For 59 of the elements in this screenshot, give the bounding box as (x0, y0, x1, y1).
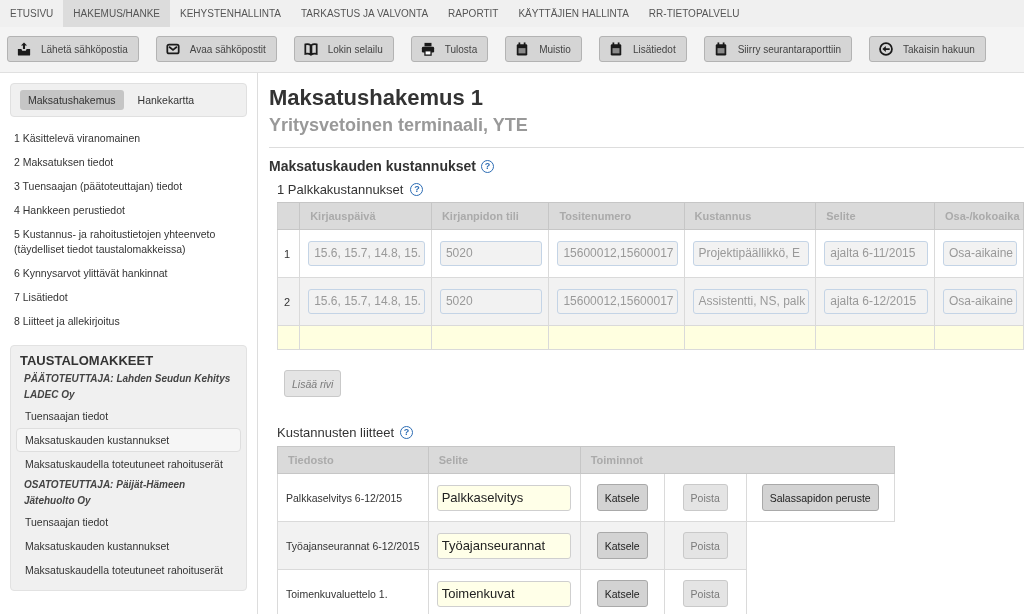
row-number: 1 (277, 229, 300, 278)
confidentiality-button[interactable]: Salassapidon peruste (761, 484, 879, 511)
sidebar-tab[interactable]: Maksatushakemus (20, 90, 124, 110)
printer-icon (420, 42, 435, 56)
sidebar-link[interactable]: 4 Hankkeen perustiedot (10, 198, 247, 222)
input-field[interactable]: Palkkaselvitys (436, 484, 571, 511)
nav-tab[interactable]: RAPORTIT (438, 0, 509, 27)
table-cell: Palkkaselvitys 6-12/2015 (277, 473, 429, 522)
nav-tab[interactable]: KÄYTTÄJIEN HALLINTA (508, 0, 639, 27)
toolbar-button[interactable]: Muistio (505, 36, 582, 62)
notepad-icon (515, 42, 530, 56)
sidebar-link[interactable]: 5 Kustannus- ja rahoitustietojen yhteenveto (täydelliset tiedot taustalomakkeissa) (10, 222, 247, 261)
notepad-icon (713, 42, 728, 56)
new-row[interactable] (277, 325, 1024, 350)
toolbar-button[interactable]: Siirry seurantaraporttiin (703, 36, 853, 62)
sidebar-link[interactable]: 8 Liitteet ja allekirjoitus (10, 309, 247, 333)
sidebar-link[interactable]: 3 Tuensaajan (päätoteuttajan) tiedot (10, 174, 247, 198)
form-link[interactable]: Maksatuskaudella toteutuneet rahoituserät (16, 452, 241, 476)
table-cell: Työajanseurannat 6-12/2015 (277, 521, 429, 570)
nav-tab[interactable]: KEHYSTENHALLINTA (170, 0, 291, 27)
form-link[interactable]: Maksatuskauden kustannukset (16, 534, 241, 558)
toolbar-button[interactable]: Avaa sähköpostit (155, 36, 277, 62)
panel-title: TAUSTALOMAKKEET (20, 353, 155, 368)
nav-tab[interactable]: TARKASTUS JA VALVONTA (291, 0, 439, 27)
page-title: Maksatushakemus 1 (269, 85, 484, 111)
view-button[interactable]: Katsele (596, 484, 648, 511)
group-heading: OSATOTEUTTAJA: Päijät-Hämeen Jätehuolto Oy (23, 478, 187, 508)
toolbar-button[interactable]: Tulosta (410, 36, 489, 62)
sidebar-link[interactable]: 6 Kynnysarvot ylittävät hankinnat (10, 261, 247, 285)
sidebar-link[interactable]: 2 Maksatuksen tiedot (10, 150, 247, 174)
sidebar-link[interactable]: 1 Käsittelevä viranomainen (10, 126, 247, 150)
subsection-title: Kustannusten liitteet (277, 425, 395, 440)
input-field[interactable]: Työajanseurannat (436, 532, 571, 559)
form-link[interactable]: Tuensaajan tiedot (16, 404, 241, 428)
form-link[interactable]: Maksatuskauden kustannukset (16, 428, 241, 452)
toolbar-button[interactable]: Lähetä sähköpostia (7, 36, 139, 62)
book-icon (303, 42, 318, 56)
nav-tab[interactable]: HAKEMUS/HANKE (63, 0, 171, 27)
sidebar-tab[interactable]: Hankekartta (129, 90, 203, 110)
toolbar-button[interactable]: Lokin selailu (293, 36, 394, 62)
notepad-icon (608, 42, 623, 56)
nav-tab[interactable]: RR-TIETOPALVELU (638, 0, 750, 27)
toolbar-button[interactable]: Takaisin hakuun (869, 36, 986, 62)
tray-arrow-icon (17, 42, 31, 56)
group-heading: PÄÄTOTEUTTAJA: Lahden Seudun Kehitys LADEC Oy (23, 371, 232, 402)
view-button[interactable]: Katsele (596, 532, 648, 559)
section-title: Maksatuskauden kustannukset (269, 158, 476, 174)
nav-tab[interactable]: ETUSIVU (0, 0, 64, 27)
row-number: 2 (277, 277, 300, 326)
form-link[interactable]: Maksatuskaudella toteutuneet rahoituserät (16, 558, 241, 582)
input-field[interactable]: Toimenkuvat (436, 580, 571, 607)
subsection-title: 1 Palkkakustannukset (277, 182, 404, 197)
page-subtitle: Yritysvetoinen terminaali, YTE (269, 114, 529, 136)
form-link[interactable]: Tuensaajan tiedot (16, 510, 241, 534)
toolbar-button[interactable]: Lisätiedot (598, 36, 687, 62)
view-button[interactable]: Katsele (596, 580, 648, 607)
sidebar-link[interactable]: 7 Lisätiedot (10, 285, 247, 309)
table-cell: Toimenkuvaluettelo 1. (277, 569, 429, 614)
envelope-icon (165, 42, 180, 56)
